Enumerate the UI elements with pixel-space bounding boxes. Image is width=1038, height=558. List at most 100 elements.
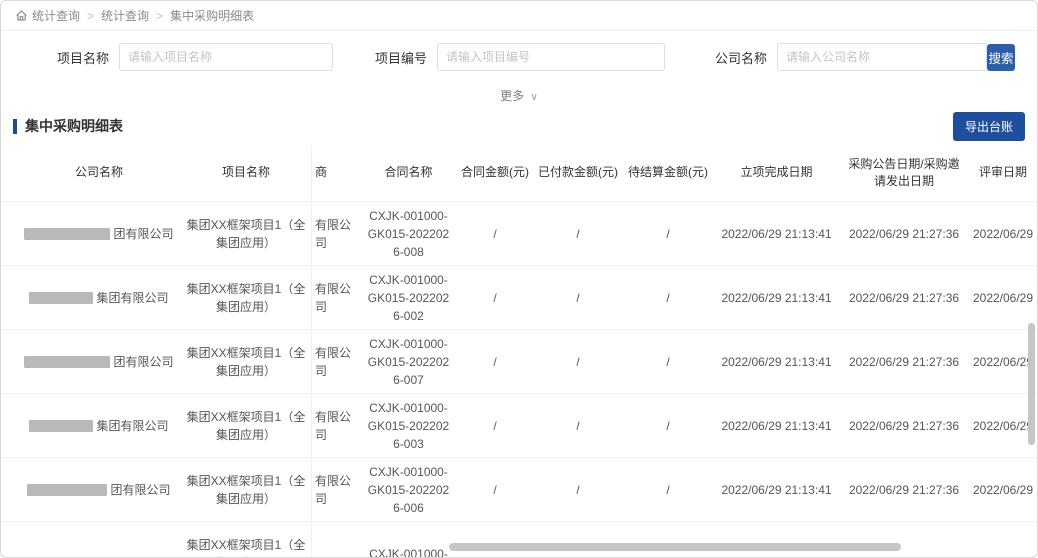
breadcrumb-root[interactable]: 统计查询 — [15, 7, 80, 24]
header-approval-date: 立项完成日期 — [740, 165, 813, 180]
unsettled-amount-cell: / — [666, 418, 670, 433]
project-code-field-group: 项目编号 — [375, 43, 666, 71]
table-row: 团有限公司 集团XX框架项目1（全集团应用） 有限公司 CXJK-001000-… — [1, 457, 1037, 521]
header-unsettled-amount: 待结算金额(元) — [628, 165, 708, 180]
paid-amount-cell: / — [576, 418, 580, 433]
announce-date-cell: 2022/06/29 21:27:36 — [848, 226, 960, 241]
table-row-partial: 集团XX框架项目1（全集团应用） CXJK-001000- — [1, 521, 1037, 557]
breadcrumb: 统计查询 > 统计查询 > 集中采购明细表 — [1, 1, 1037, 31]
company-cell: 团有限公司 — [17, 481, 181, 499]
company-cell: 集团有限公司 — [17, 289, 181, 307]
company-name-input[interactable] — [777, 43, 988, 71]
supplier-cell: 有限公司 — [311, 458, 361, 521]
unsettled-amount-cell: / — [666, 354, 670, 369]
header-review-date: 评审日期 — [978, 165, 1027, 180]
contract-amount-cell: / — [493, 226, 497, 241]
header-contract-amount: 合同金额(元) — [461, 165, 529, 180]
header-announce-date: 采购公告日期/采购邀请发出日期 — [848, 156, 960, 188]
breadcrumb-separator: > — [156, 8, 164, 23]
redaction-block — [27, 483, 108, 496]
redaction-block — [29, 419, 94, 432]
company-cell: 团有限公司 — [17, 225, 181, 243]
table-row: 集团有限公司 集团XX框架项目1（全集团应用） 有限公司 CXJK-001000… — [1, 265, 1037, 329]
header-project: 项目名称 — [221, 165, 270, 180]
paid-amount-cell: / — [576, 354, 580, 369]
supplier-cell: 有限公司 — [311, 266, 361, 329]
company-text: 团有限公司 — [110, 482, 171, 497]
header-company: 公司名称 — [74, 165, 123, 180]
project-name-field-group: 项目名称 — [57, 43, 334, 71]
paid-amount-cell: / — [576, 290, 580, 305]
table-header-row: 公司名称 项目名称 商 合同名称 合同金额(元) 已付款金额(元) 待结算金额(… — [1, 145, 1037, 201]
chevron-down-icon: ∨ — [530, 91, 538, 103]
header-contract: 合同名称 — [384, 165, 433, 180]
header-supplier-clipped: 商 — [311, 145, 361, 201]
contract-cell: CXJK-001000- — [369, 546, 448, 558]
project-cell: 集团XX框架项目1（全集团应用） — [186, 345, 306, 378]
breadcrumb-item-current: 集中采购明细表 — [170, 9, 255, 23]
approval-date-cell: 2022/06/29 21:13:41 — [721, 418, 832, 433]
supplier-cell — [311, 522, 361, 557]
company-text: 团有限公司 — [113, 354, 174, 369]
company-text: 集团有限公司 — [96, 290, 169, 305]
review-date-cell: 2022/06/29 — [972, 290, 1034, 305]
more-label: 更多 — [500, 88, 525, 103]
redaction-block — [24, 227, 111, 240]
more-row: 更多 ∨ — [1, 83, 1037, 107]
procurement-detail-panel: 统计查询 > 统计查询 > 集中采购明细表 项目名称 项目编号 公司名称 搜索 … — [0, 0, 1038, 558]
review-date-cell: 2022/06/29 — [972, 226, 1034, 241]
announce-date-cell: 2022/06/29 21:27:36 — [848, 482, 960, 497]
supplier-cell: 有限公司 — [311, 202, 361, 265]
project-name-input[interactable] — [119, 43, 334, 71]
review-date-cell: 2022/06/29 — [972, 482, 1034, 497]
unsettled-amount-cell: / — [666, 482, 670, 497]
unsettled-amount-cell: / — [666, 290, 670, 305]
approval-date-cell: 2022/06/29 21:13:41 — [721, 354, 832, 369]
home-icon — [16, 10, 27, 21]
project-code-label: 项目编号 — [375, 50, 428, 66]
contract-cell: CXJK-001000- GK015-202202 6-006 — [367, 464, 450, 515]
approval-date-cell: 2022/06/29 21:13:41 — [721, 290, 832, 305]
approval-date-cell: 2022/06/29 21:13:41 — [721, 482, 832, 497]
table-row: 集团有限公司 集团XX框架项目1（全集团应用） 有限公司 CXJK-001000… — [1, 393, 1037, 457]
section-title: 集中采购明细表 — [13, 118, 123, 134]
review-date-cell: 2022/06/29 — [972, 354, 1034, 369]
review-date-cell: 2022/06/29 — [972, 418, 1034, 433]
project-cell: 集团XX框架项目1（全集团应用） — [186, 281, 306, 314]
project-code-input[interactable] — [437, 43, 666, 71]
vertical-scrollbar[interactable] — [1028, 323, 1035, 445]
section-header: 集中采购明细表 导出台账 — [1, 107, 1037, 145]
project-cell: 集团XX框架项目1（全集团应用） — [186, 217, 306, 250]
contract-amount-cell: / — [493, 482, 497, 497]
horizontal-scrollbar[interactable] — [449, 543, 901, 551]
more-toggle[interactable]: 更多 ∨ — [500, 87, 538, 104]
contract-amount-cell: / — [493, 290, 497, 305]
redaction-block — [29, 291, 94, 304]
approval-date-cell: 2022/06/29 21:13:41 — [721, 226, 832, 241]
paid-amount-cell: / — [576, 482, 580, 497]
announce-date-cell: 2022/06/29 21:27:36 — [848, 418, 960, 433]
paid-amount-cell: / — [576, 226, 580, 241]
contract-cell: CXJK-001000- GK015-202202 6-008 — [367, 208, 450, 259]
announce-date-cell: 2022/06/29 21:27:36 — [848, 354, 960, 369]
contract-cell: CXJK-001000- GK015-202202 6-003 — [367, 400, 450, 451]
project-cell: 集团XX框架项目1（全集团应用） — [186, 409, 306, 442]
breadcrumb-item-stats-query[interactable]: 统计查询 — [101, 7, 149, 24]
supplier-cell: 有限公司 — [311, 330, 361, 393]
company-text: 团有限公司 — [113, 226, 174, 241]
header-paid-amount: 已付款金额(元) — [538, 165, 618, 180]
table-body: 团有限公司 集团XX框架项目1（全集团应用） 有限公司 CXJK-001000-… — [1, 201, 1037, 557]
contract-amount-cell: / — [493, 418, 497, 433]
breadcrumb-root-label: 统计查询 — [32, 9, 81, 23]
export-ledger-button[interactable]: 导出台账 — [952, 111, 1025, 141]
company-cell: 团有限公司 — [17, 353, 181, 371]
contract-amount-cell: / — [493, 354, 497, 369]
contract-cell: CXJK-001000- GK015-202202 6-007 — [367, 336, 450, 387]
project-cell: 集团XX框架项目1（全集团应用） — [186, 473, 306, 506]
company-name-field-group: 公司名称 — [715, 43, 988, 71]
unsettled-amount-cell: / — [666, 226, 670, 241]
contract-cell: CXJK-001000- GK015-202202 6-002 — [367, 272, 450, 323]
table-row: 团有限公司 集团XX框架项目1（全集团应用） 有限公司 CXJK-001000-… — [1, 201, 1037, 265]
search-button[interactable]: 搜索 — [987, 43, 1015, 71]
redaction-block — [24, 355, 111, 368]
